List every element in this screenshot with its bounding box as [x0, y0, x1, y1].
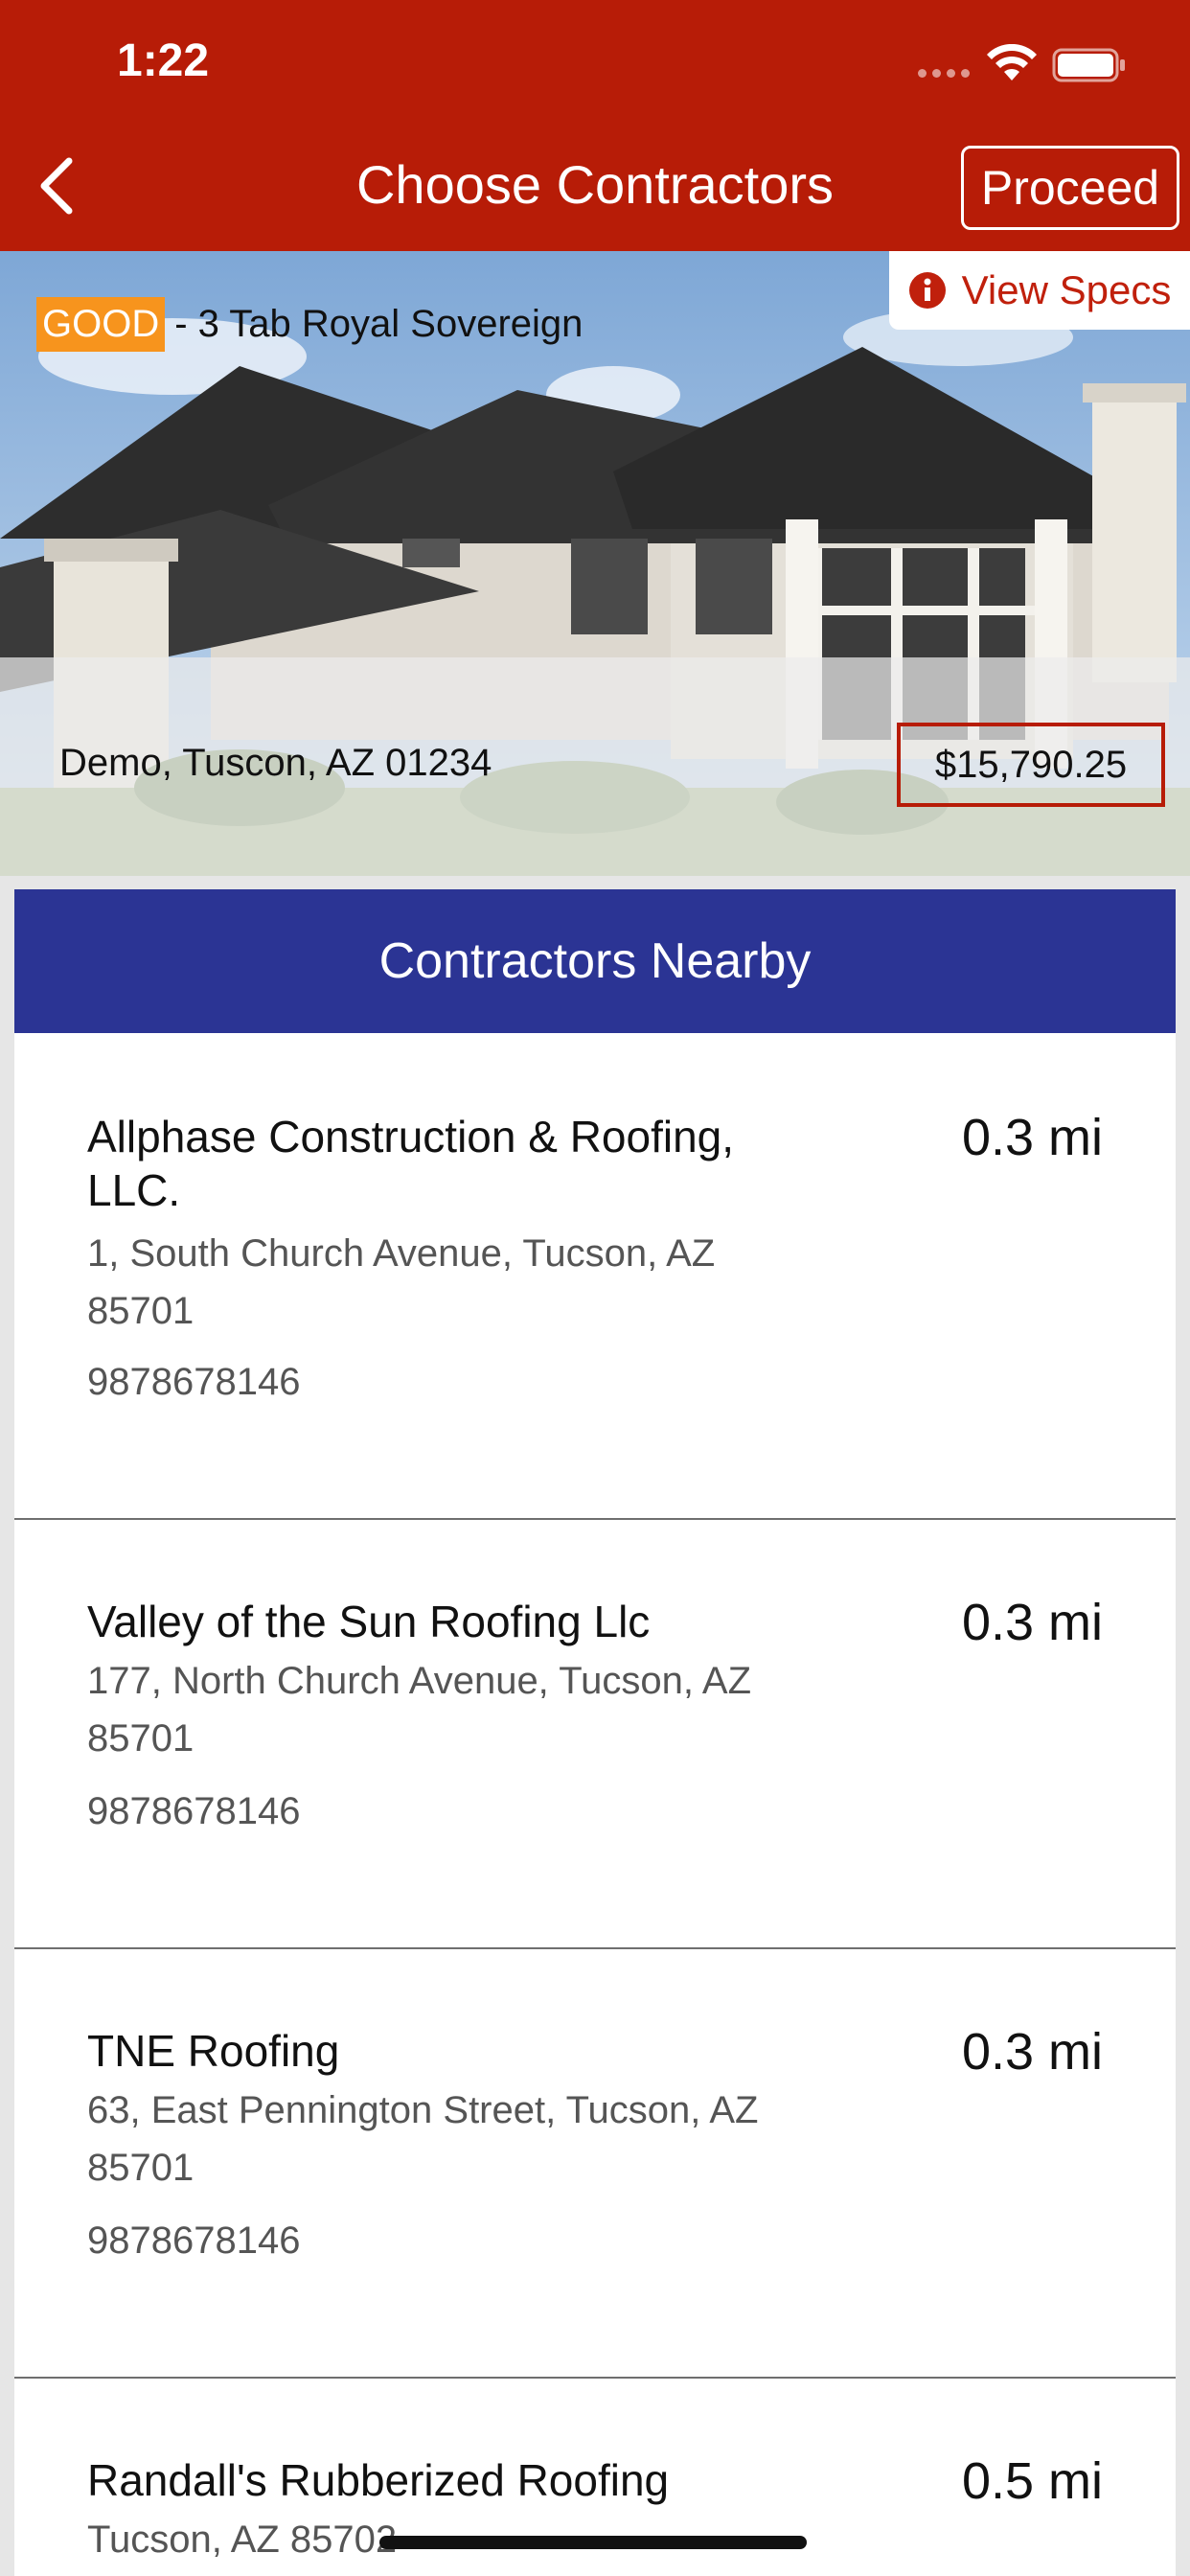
product-tier: GOOD - 3 Tab Royal Sovereign	[36, 297, 583, 352]
contractor-address: 1, South Church Avenue, Tucson, AZ 85701	[87, 1232, 716, 1332]
contractor-name: TNE Roofing	[87, 2026, 340, 2076]
contractor-distance: 0.5 mi	[961, 2452, 1103, 2510]
contractor-distance: 0.3 mi	[961, 2023, 1103, 2081]
contractor-item[interactable]: Valley of the Sun Roofing Llc 0.3 mi 177…	[14, 1520, 1176, 1949]
back-button[interactable]	[29, 151, 86, 220]
wifi-icon	[987, 44, 1037, 80]
contractor-list[interactable]: Allphase Construction & Roofing, LLC. 0.…	[14, 1033, 1176, 2576]
contractor-phone: 9878678146	[87, 1361, 301, 1403]
contractor-phone: 9878678146	[87, 1790, 301, 1832]
contractor-phone: 9878678146	[87, 2220, 301, 2262]
product-name: - 3 Tab Royal Sovereign	[174, 303, 584, 345]
tier-badge: GOOD	[36, 297, 166, 352]
contractors-header: Contractors Nearby	[14, 889, 1176, 1033]
chevron-left-icon	[40, 157, 73, 215]
proceed-button[interactable]: Proceed	[961, 146, 1179, 230]
contractor-name: Valley of the Sun Roofing Llc	[87, 1597, 651, 1646]
navigation-bar: 1:22 Choose Contractors Proceed	[0, 0, 1190, 251]
contractor-name: Randall's Rubberized Roofing	[87, 2455, 670, 2505]
info-icon	[908, 272, 946, 309]
view-specs-button[interactable]: View Specs	[889, 251, 1190, 330]
product-hero: GOOD - 3 Tab Royal Sovereign View Specs …	[0, 251, 1190, 876]
price-badge: $15,790.25	[897, 723, 1165, 807]
contractor-name: Allphase Construction & Roofing, LLC.	[87, 1112, 735, 1215]
contractor-distance: 0.3 mi	[961, 1109, 1103, 1166]
view-specs-label: View Specs	[961, 267, 1172, 312]
battery-icon	[1052, 48, 1125, 82]
home-indicator[interactable]	[379, 2536, 807, 2549]
contractor-item[interactable]: TNE Roofing 0.3 mi 63, East Pennington S…	[14, 1949, 1176, 2379]
signal-dots-icon	[918, 69, 970, 78]
contractor-address: 63, East Pennington Street, Tucson, AZ 8…	[87, 2089, 759, 2189]
contractor-item[interactable]: Allphase Construction & Roofing, LLC. 0.…	[14, 1033, 1176, 1520]
contractor-distance: 0.3 mi	[961, 1594, 1103, 1651]
contractor-address: 177, North Church Avenue, Tucson, AZ 857…	[87, 1660, 752, 1760]
job-address: Demo, Tuscon, AZ 01234	[59, 742, 492, 784]
status-time: 1:22	[117, 35, 210, 86]
